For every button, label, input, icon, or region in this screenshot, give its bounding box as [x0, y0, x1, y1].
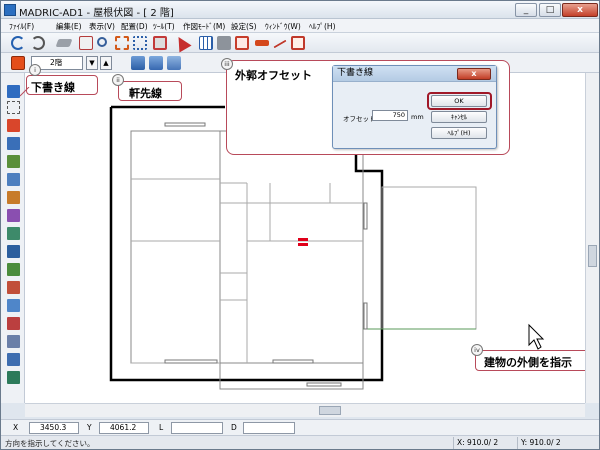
status-message: 方向を指示してください。 — [5, 439, 95, 448]
tool-4-icon[interactable] — [7, 137, 20, 150]
status-y-grid: Y: 910.0/ 2 — [517, 437, 577, 449]
wall-extension — [381, 186, 477, 330]
zoom-icon[interactable] — [97, 37, 107, 47]
menu-window[interactable]: ｳｨﾝﾄﾞｳ(W) — [265, 21, 301, 32]
ok-button[interactable]: OK — [431, 95, 487, 107]
menu-edit[interactable]: 編集(E) — [56, 21, 82, 32]
callout-indicate-outside: 建物の外側を指示 — [475, 350, 590, 371]
callout-badge-iii: iii — [221, 58, 233, 70]
floor-up-button[interactable]: ▲ — [100, 56, 112, 70]
window-title: MADRIC-AD1 - 屋根伏図 - [ 2 階] — [19, 8, 174, 19]
pointer-icon[interactable] — [172, 33, 192, 53]
y-field[interactable]: 4061.2 — [99, 422, 149, 434]
layer-icon[interactable] — [11, 56, 25, 70]
tool-14-icon[interactable] — [7, 317, 20, 330]
y-label: Y — [87, 423, 92, 432]
menu-place[interactable]: 配置(D) — [121, 21, 148, 32]
window-right-2 — [363, 302, 368, 330]
tool-7-icon[interactable] — [7, 191, 20, 204]
help-button[interactable]: ﾍﾙﾌﾟ(H) — [431, 127, 487, 139]
title-bar: MADRIC-AD1 - 屋根伏図 - [ 2 階] _ □ x — [1, 1, 599, 19]
offset-unit: mm — [411, 113, 424, 121]
vertical-scrollbar[interactable] — [585, 73, 599, 403]
l-label: L — [159, 423, 164, 432]
box-icon[interactable] — [291, 36, 305, 50]
dialog-close-button[interactable]: x — [457, 68, 491, 80]
app-icon — [4, 4, 16, 16]
eaves-tool-1-icon[interactable] — [131, 56, 145, 70]
close-button[interactable]: x — [562, 3, 598, 17]
eraser-icon[interactable] — [55, 39, 73, 47]
x-label: X — [13, 423, 19, 432]
d-field[interactable] — [243, 422, 295, 434]
restore-button[interactable]: □ — [539, 3, 561, 17]
offset-rect-icon[interactable] — [235, 36, 249, 50]
d-label: D — [231, 423, 237, 432]
tool-15-icon[interactable] — [7, 335, 20, 348]
menu-bar: ﾌｧｲﾙ(F) 編集(E) 表示(V) 配置(D) ﾂｰﾙ(T) 作図ﾓｰﾄﾞ(… — [1, 19, 599, 33]
cancel-button[interactable]: ｷｬﾝｾﾙ — [431, 111, 487, 123]
menu-settings[interactable]: 設定(S) — [231, 21, 257, 32]
wall-room-1 — [219, 130, 364, 390]
left-toolbar — [1, 73, 25, 403]
window-right-1 — [363, 202, 368, 230]
status-bar: 方向を指示してください。 X: 910.0/ 2 Y: 910.0/ 2 — [1, 435, 599, 449]
snap-icon[interactable] — [217, 36, 231, 50]
window-top — [164, 122, 206, 127]
tool-11-icon[interactable] — [7, 263, 20, 276]
coordinate-bar: X 3450.3 Y 4061.2 L D — [1, 419, 599, 435]
tool-12-icon[interactable] — [7, 281, 20, 294]
tool-2-icon[interactable] — [7, 101, 20, 114]
eaves-tool-3-icon[interactable] — [167, 56, 181, 70]
move-icon[interactable] — [255, 40, 269, 46]
menu-draw-mode[interactable]: 作図ﾓｰﾄﾞ(M) — [183, 21, 225, 32]
callout-pointer-i — [19, 87, 30, 97]
callout-draft-line: 下書き線 — [26, 75, 98, 95]
eaves-tool-2-icon[interactable] — [149, 56, 163, 70]
tool-16-icon[interactable] — [7, 353, 20, 366]
callout-eaves-line: 軒先線 — [118, 81, 182, 101]
tool-6-icon[interactable] — [7, 173, 20, 186]
main-toolbar — [1, 33, 599, 53]
vertical-scroll-thumb[interactable] — [588, 245, 597, 267]
expand-icon[interactable] — [133, 36, 147, 50]
print-icon[interactable] — [79, 36, 93, 50]
horizontal-scroll-thumb[interactable] — [319, 406, 341, 415]
marker-red-bottom — [298, 243, 308, 246]
offset-input[interactable]: 750 — [372, 110, 408, 121]
draft-line-dialog: 下書き線 x OK ｷｬﾝｾﾙ ﾍﾙﾌﾟ(H) オフセット 750 mm — [332, 65, 497, 149]
tool-17-icon[interactable] — [7, 371, 20, 384]
menu-tool[interactable]: ﾂｰﾙ(T) — [153, 21, 175, 32]
tool-13-icon[interactable] — [7, 299, 20, 312]
window-bottom-1 — [164, 359, 218, 364]
menu-view[interactable]: 表示(V) — [89, 21, 115, 32]
callout-badge-iv: iv — [471, 344, 483, 356]
app-window: MADRIC-AD1 - 屋根伏図 - [ 2 階] _ □ x ﾌｧｲﾙ(F)… — [0, 0, 600, 450]
window-bottom-2 — [272, 359, 314, 364]
marker-red-top — [298, 238, 308, 241]
redo-icon[interactable] — [31, 36, 45, 50]
minimize-button[interactable]: _ — [515, 3, 537, 17]
tool-9-icon[interactable] — [7, 227, 20, 240]
callout-badge-ii: ii — [112, 74, 124, 86]
mouse-cursor — [528, 323, 545, 350]
callout-badge-i: i — [29, 64, 41, 76]
horizontal-scrollbar[interactable] — [25, 403, 585, 417]
x-field[interactable]: 3450.3 — [29, 422, 79, 434]
offset-label: オフセット — [343, 115, 376, 123]
status-x-grid: X: 910.0/ 2 — [453, 437, 515, 449]
line-icon[interactable] — [273, 39, 287, 49]
tool-8-icon[interactable] — [7, 209, 20, 222]
menu-help[interactable]: ﾍﾙﾌﾟ(H) — [309, 21, 336, 32]
menu-file[interactable]: ﾌｧｲﾙ(F) — [9, 21, 34, 32]
l-field[interactable] — [171, 422, 223, 434]
tool-3-icon[interactable] — [7, 119, 20, 132]
tool-10-icon[interactable] — [7, 245, 20, 258]
grid-icon[interactable] — [199, 36, 213, 50]
floor-down-button[interactable]: ▼ — [86, 56, 98, 70]
select-icon[interactable] — [153, 36, 167, 50]
fit-icon[interactable] — [115, 36, 129, 50]
tool-5-icon[interactable] — [7, 155, 20, 168]
undo-icon[interactable] — [11, 36, 25, 50]
